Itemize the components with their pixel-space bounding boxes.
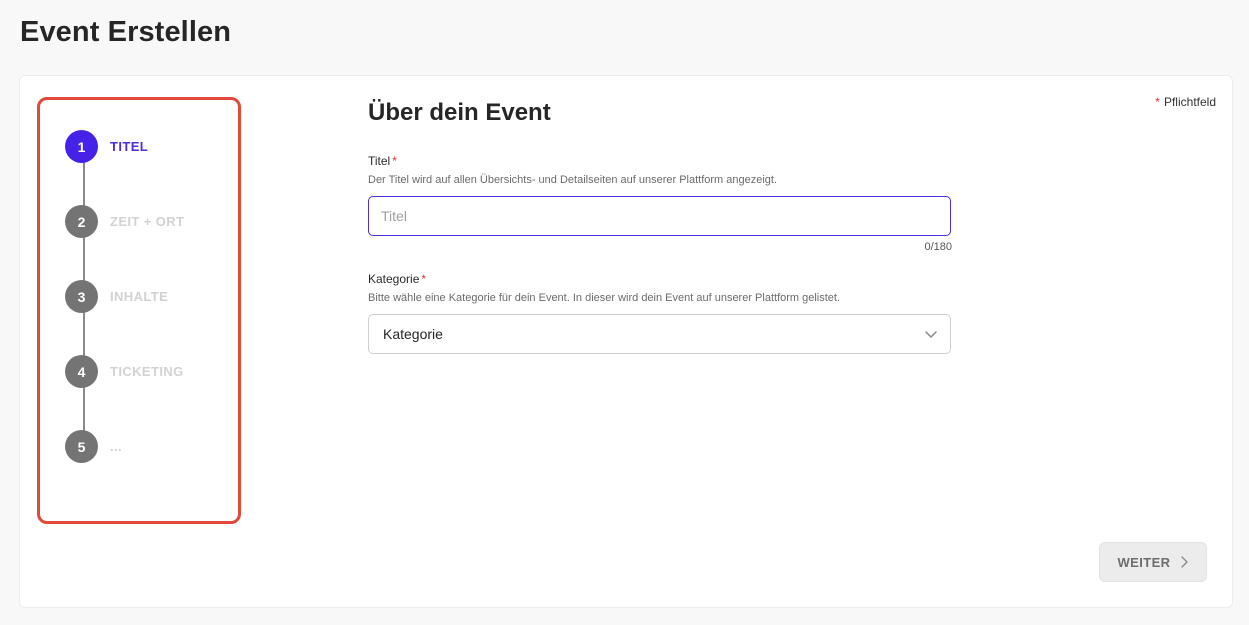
required-note-text: Pflichtfeld: [1163, 95, 1216, 109]
form-title: Über dein Event: [368, 99, 551, 126]
page-title: Event Erstellen: [20, 16, 232, 48]
step-number: 4: [65, 355, 98, 388]
required-star: *: [1155, 95, 1160, 109]
step-titel[interactable]: 1 TITEL: [65, 130, 148, 163]
step-number: 2: [65, 205, 98, 238]
step-label: TICKETING: [110, 364, 184, 379]
title-field-label: Titel *: [368, 154, 397, 168]
step-label: INHALTE: [110, 289, 169, 304]
title-input[interactable]: [368, 196, 951, 236]
step-label: ZEIT + ORT: [110, 214, 185, 229]
category-select[interactable]: Kategorie: [368, 314, 951, 354]
step-number: 3: [65, 280, 98, 313]
category-field-label: Kategorie *: [368, 272, 426, 286]
step-label: ...: [110, 439, 123, 454]
step-label: TITEL: [110, 139, 149, 154]
step-inhalte[interactable]: 3 INHALTE: [65, 280, 168, 313]
step-ticketing[interactable]: 4 TICKETING: [65, 355, 184, 388]
required-star: *: [421, 272, 427, 286]
title-char-counter: 0/180: [924, 241, 952, 253]
next-button-label: WEITER: [1117, 554, 1171, 570]
event-form-card: 1 TITEL 2 ZEIT + ORT 3 INHALTE 4 TICKETI…: [19, 75, 1233, 608]
title-label-text: Titel: [368, 154, 391, 168]
step-number: 5: [65, 430, 98, 463]
step-navigation: 1 TITEL 2 ZEIT + ORT 3 INHALTE 4 TICKETI…: [37, 97, 241, 524]
chevron-right-icon: [1181, 556, 1189, 568]
title-field-help: Der Titel wird auf allen Übersichts- und…: [368, 174, 778, 186]
step-more[interactable]: 5 ...: [65, 430, 122, 463]
required-field-note: * Pflichtfeld: [1155, 95, 1216, 109]
required-star: *: [392, 154, 397, 168]
category-field-help: Bitte wähle eine Kategorie für dein Even…: [368, 292, 841, 304]
category-label-text: Kategorie: [368, 272, 420, 286]
step-number: 1: [65, 130, 98, 163]
category-select-value: Kategorie: [383, 326, 443, 342]
step-zeit-ort[interactable]: 2 ZEIT + ORT: [65, 205, 184, 238]
next-button[interactable]: WEITER: [1099, 542, 1207, 582]
chevron-down-icon: [925, 331, 937, 338]
